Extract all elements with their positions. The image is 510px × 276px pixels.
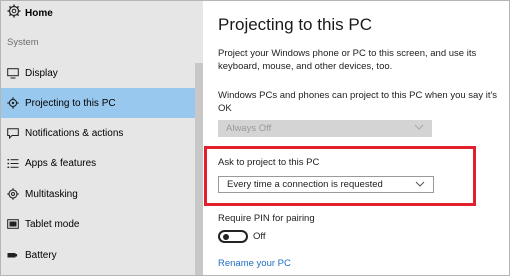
sidebar-item-label: Notifications & actions [25,127,124,139]
page-title: Projecting to this PC [218,15,373,34]
sidebar-item-label: Multitasking [25,188,78,200]
sidebar-item-label: Display [25,67,58,79]
rename-pc-link[interactable]: Rename your PC [218,258,291,269]
availability-dropdown[interactable]: Always Off [218,120,432,137]
sidebar-scrollbar[interactable] [195,63,203,275]
require-pin-toggle[interactable] [218,230,248,243]
sidebar-item-label: Apps & features [25,157,97,169]
settings-window: Home System Display Projecting to this P… [0,0,510,276]
multitasking-icon [7,188,19,200]
availability-label: Windows PCs and phones can project to th… [218,90,498,114]
monitor-icon [7,67,19,79]
sidebar-item-notifications[interactable]: Notifications & actions [1,118,195,148]
sidebar-item-apps[interactable]: Apps & features [1,148,195,178]
availability-dropdown-value: Always Off [226,123,272,134]
chevron-down-icon [414,123,424,134]
sidebar-item-label: Projecting to this PC [25,97,116,109]
project-icon [7,97,19,109]
highlight-box [204,146,476,206]
section-label-system: System [7,37,39,48]
sidebar-item-label: Tablet mode [25,218,80,230]
require-pin-label: Require PIN for pairing [218,213,315,224]
require-pin-state: Off [253,231,266,242]
apps-list-icon [7,157,19,169]
sidebar-item-projecting[interactable]: Projecting to this PC [1,88,195,118]
sidebar-item-tablet-mode[interactable]: Tablet mode [1,209,195,239]
home-nav-item[interactable]: Home [7,4,53,22]
tablet-icon [7,218,19,230]
home-label: Home [25,7,53,19]
sidebar: Home System Display Projecting to this P… [1,1,203,275]
main-content: Projecting to this PC Project your Windo… [203,1,509,275]
page-description: Project your Windows phone or PC to this… [218,48,477,72]
gear-icon [7,4,21,23]
sidebar-item-battery[interactable]: Battery [1,240,195,270]
sidebar-item-display[interactable]: Display [1,58,195,88]
sidebar-item-multitasking[interactable]: Multitasking [1,179,195,209]
sidebar-item-label: Battery [25,249,57,261]
toggle-knob [223,234,229,240]
notifications-icon [7,127,19,139]
battery-icon [7,249,19,261]
